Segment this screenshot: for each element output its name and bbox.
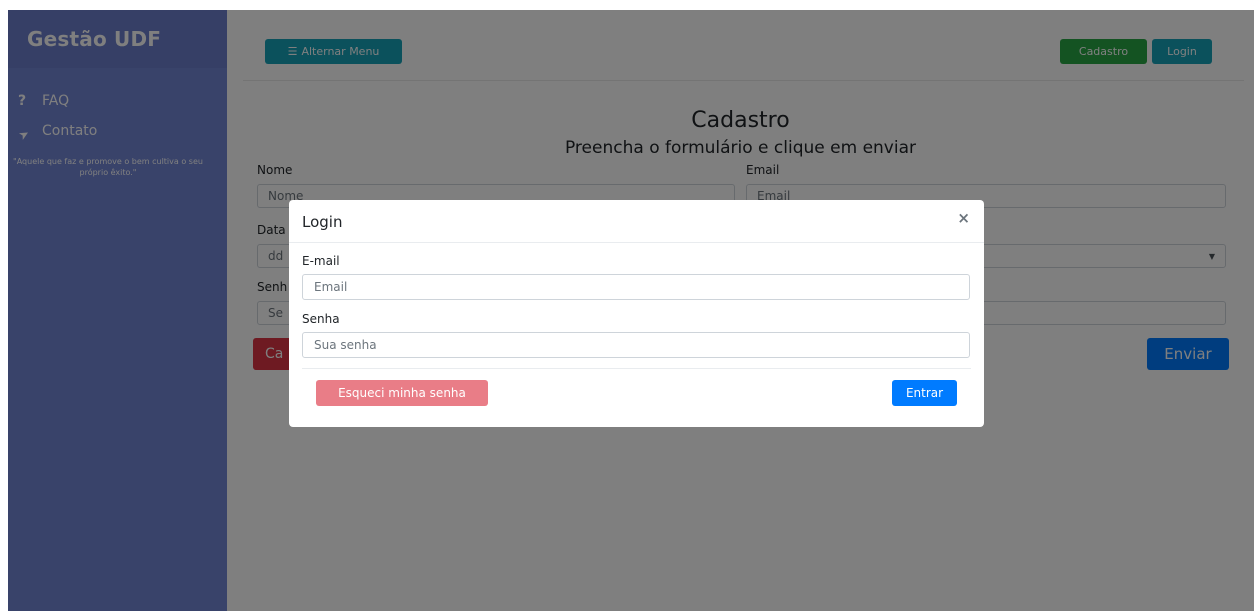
modal-password-label: Senha — [302, 312, 340, 326]
modal-header: Login × — [289, 200, 984, 243]
modal-email-label: E-mail — [302, 254, 340, 268]
modal-password-field[interactable]: Sua senha — [302, 332, 970, 358]
modal-email-field[interactable]: Email — [302, 274, 970, 300]
modal-divider — [302, 368, 971, 369]
forgot-password-button[interactable]: Esqueci minha senha — [316, 380, 488, 406]
modal-title: Login — [302, 213, 343, 231]
close-icon[interactable]: × — [957, 209, 970, 227]
login-modal: Login × E-mail Email Senha Sua senha Esq… — [289, 200, 984, 427]
app-frame: Gestão UDF ? FAQ ➤ Contato "Aquele que f… — [8, 10, 1254, 611]
enter-button[interactable]: Entrar — [892, 380, 957, 406]
